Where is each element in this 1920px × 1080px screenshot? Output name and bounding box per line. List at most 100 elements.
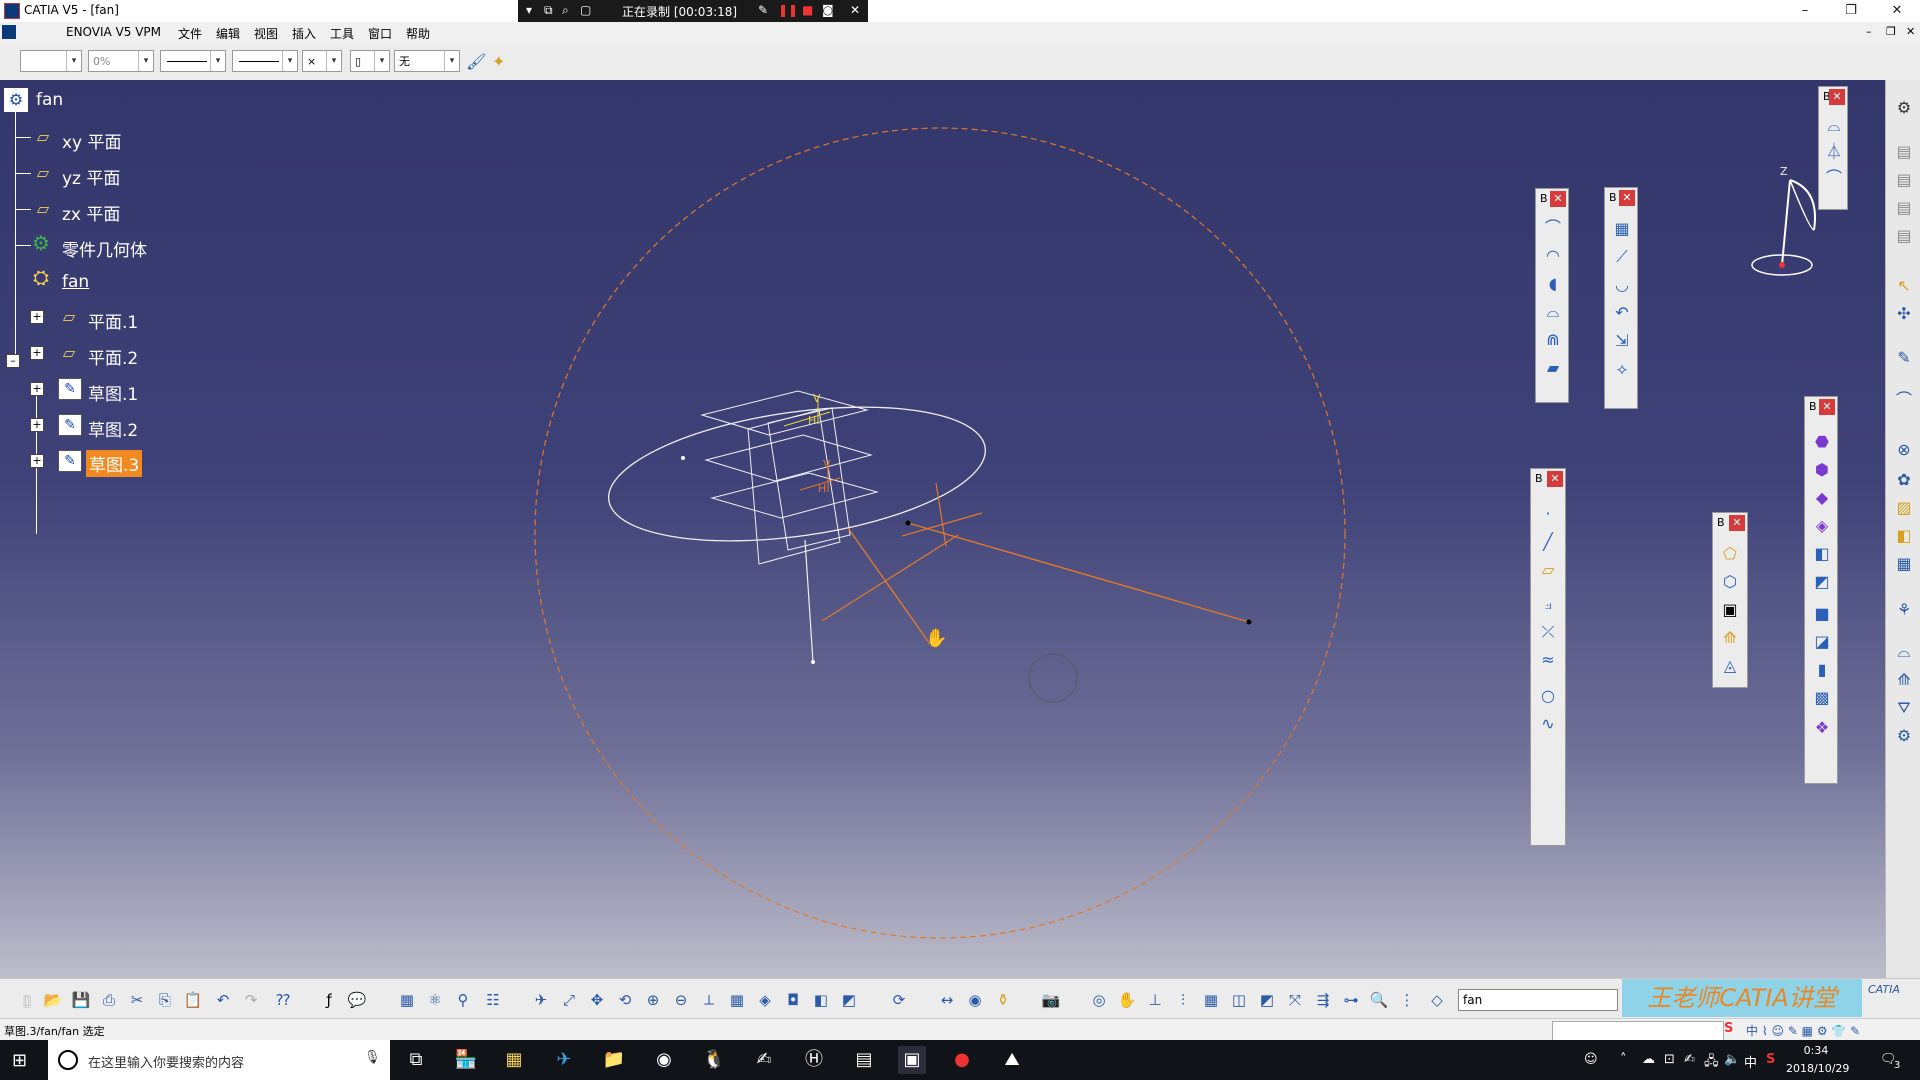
catia-taskbar-icon[interactable]: ▣: [898, 1046, 926, 1074]
draft-icon[interactable]: ⏃: [1823, 141, 1845, 163]
formula-icon[interactable]: ƒ: [318, 989, 340, 1011]
tree-item-plane-2[interactable]: 平面.2: [88, 344, 138, 369]
plane-icon[interactable]: ▱: [58, 344, 80, 362]
check-icon[interactable]: ⚙: [1894, 726, 1914, 746]
terminal-icon[interactable]: ▤: [850, 1046, 878, 1074]
current-body-input[interactable]: fan: [1458, 989, 1618, 1011]
healing-icon[interactable]: ◬: [1719, 655, 1741, 677]
law-icon[interactable]: ⌓: [1894, 642, 1914, 662]
close-surface-icon[interactable]: ▮: [1811, 659, 1833, 681]
zoom-icon[interactable]: ⌕: [562, 3, 569, 18]
tree-item-xy-plane[interactable]: xy 平面: [62, 128, 122, 153]
tree-root-label[interactable]: fan: [36, 90, 63, 110]
thickness-icon[interactable]: ◪: [1811, 631, 1833, 653]
doc-minimize-icon[interactable]: –: [1866, 25, 1872, 38]
gear-body-icon[interactable]: ⚙: [30, 233, 52, 253]
notes-icon[interactable]: ▦: [500, 1046, 528, 1074]
doc-close-icon[interactable]: ✕: [1906, 25, 1915, 38]
ime-tools-icon[interactable]: 中 ⌇ ☺ ✎ ▦ ⚙ 👕 ✎: [1746, 1022, 1860, 1039]
telegram-icon[interactable]: ✈: [550, 1046, 578, 1074]
transparency-combo[interactable]: 0% ▾: [88, 50, 154, 72]
3d-viewport[interactable]: V H V H Z ✋ ⚙ fan ▱ xy 平面 ▱ yz 平面 ▱ zx 平…: [0, 80, 1885, 978]
plane-icon[interactable]: ▱: [32, 164, 54, 182]
minimize-button[interactable]: –: [1782, 0, 1828, 22]
plane-tool-icon[interactable]: ▱: [1537, 559, 1559, 581]
app-icon[interactable]: ✍: [750, 1046, 778, 1074]
open-icon[interactable]: 📂: [42, 989, 64, 1011]
redo-icon[interactable]: ↷: [240, 989, 262, 1011]
fill-icon[interactable]: ▰: [1542, 357, 1564, 379]
photos-icon[interactable]: ⛰: [998, 1046, 1026, 1074]
instantiate-icon[interactable]: ⚲: [452, 989, 474, 1011]
design-table-tool-icon[interactable]: ▦: [396, 989, 418, 1011]
tree-item-yz-plane[interactable]: yz 平面: [62, 164, 120, 189]
sogou-tray-icon[interactable]: S: [1766, 1052, 1775, 1067]
axis-system-icon[interactable]: ⊥: [1144, 989, 1166, 1011]
print-icon[interactable]: ⎙: [98, 989, 120, 1011]
copy-icon[interactable]: ⎘: [154, 989, 176, 1011]
shading-icon[interactable]: ◘: [782, 989, 804, 1011]
intersection-icon[interactable]: ⤫: [1537, 621, 1559, 643]
store-icon[interactable]: 🏪: [452, 1046, 480, 1074]
people-icon[interactable]: ☺: [1584, 1052, 1598, 1067]
grab-icon[interactable]: ✋: [1116, 989, 1138, 1011]
point-icon[interactable]: ·: [1537, 503, 1559, 525]
catalog-icon[interactable]: ☷: [482, 989, 504, 1011]
rendering-combo[interactable]: ▯ ▾: [350, 50, 390, 72]
hybrid-design-icon[interactable]: ◎: [1088, 989, 1110, 1011]
sort-icon[interactable]: ⇶: [1312, 989, 1334, 1011]
menu-edit[interactable]: 编辑: [216, 25, 240, 42]
clock-date[interactable]: 2018/10/29: [1786, 1062, 1849, 1075]
ink-icon[interactable]: ✍: [1684, 1052, 1695, 1067]
expand-icon[interactable]: +: [30, 346, 44, 360]
qq-icon[interactable]: 🐧: [700, 1046, 728, 1074]
menu-help[interactable]: 帮助: [406, 25, 430, 42]
geometrical-set-icon[interactable]: ⛭: [30, 267, 52, 287]
iso-view-icon[interactable]: ◈: [754, 989, 776, 1011]
pad-icon[interactable]: ⬣: [1811, 431, 1833, 453]
close-icon[interactable]: ✕: [1829, 89, 1845, 105]
swap-space-icon[interactable]: ◩: [838, 989, 860, 1011]
close-icon[interactable]: ✕: [1550, 191, 1566, 207]
close-recording-icon[interactable]: ✕: [850, 3, 860, 17]
expand-icon[interactable]: +: [30, 382, 44, 396]
task-view-icon[interactable]: ⧉: [402, 1046, 430, 1074]
extrapolate-icon[interactable]: ⇲: [1611, 330, 1633, 352]
fit-all-icon[interactable]: ⤢: [558, 989, 580, 1011]
dropdown-icon[interactable]: ▾: [526, 3, 532, 17]
offset-surface-icon[interactable]: ⌓: [1542, 301, 1564, 323]
rule-icon[interactable]: ⛛: [1894, 698, 1914, 718]
expand-icon[interactable]: +: [30, 418, 44, 432]
groove-icon[interactable]: ◈: [1811, 515, 1833, 537]
rotate-icon[interactable]: ⟲: [614, 989, 636, 1011]
menu-view[interactable]: 视图: [254, 25, 278, 42]
tool-disabled-icon[interactable]: ▤: [1894, 226, 1914, 246]
geoset-tool-icon[interactable]: ◧: [1894, 526, 1914, 546]
layer-combo[interactable]: 无 ▾: [394, 50, 460, 72]
clock-time[interactable]: 0:34: [1786, 1044, 1846, 1057]
menu-enovia[interactable]: ENOVIA V5 VPM: [66, 25, 161, 39]
list-icon[interactable]: ⋮: [1396, 989, 1418, 1011]
catia-app-icon[interactable]: [4, 3, 20, 19]
menu-file[interactable]: 文件: [178, 25, 202, 42]
doc-restore-icon[interactable]: ❐: [1886, 25, 1896, 38]
pocket-icon[interactable]: ⬢: [1811, 459, 1833, 481]
normal-view-icon[interactable]: ⟂: [698, 989, 720, 1011]
grid-icon[interactable]: ▦: [1200, 989, 1222, 1011]
microphone-icon[interactable]: 🎙: [364, 1050, 381, 1065]
transform-icon[interactable]: ↶: [1611, 302, 1633, 324]
tree-item-part-body[interactable]: 零件几何体: [62, 236, 147, 261]
scan-icon[interactable]: ◩: [1256, 989, 1278, 1011]
measure-inertia-icon[interactable]: ⚱: [992, 989, 1014, 1011]
chrome-icon[interactable]: ◉: [650, 1046, 678, 1074]
h-app-icon[interactable]: Ⓗ: [800, 1046, 828, 1074]
windows-start-icon[interactable]: ⊞: [12, 1050, 27, 1071]
close-icon[interactable]: ✕: [1729, 515, 1745, 531]
boundary-box-icon[interactable]: ▣: [1719, 599, 1741, 621]
projection-icon[interactable]: ⟓: [1537, 593, 1559, 615]
curvature-icon[interactable]: ⌒: [1823, 167, 1845, 189]
close-icon[interactable]: ✕: [1819, 399, 1835, 415]
solid-combine-icon[interactable]: ❖: [1811, 717, 1833, 739]
power-input[interactable]: [1552, 1021, 1724, 1041]
new-icon[interactable]: ▯: [16, 989, 38, 1011]
